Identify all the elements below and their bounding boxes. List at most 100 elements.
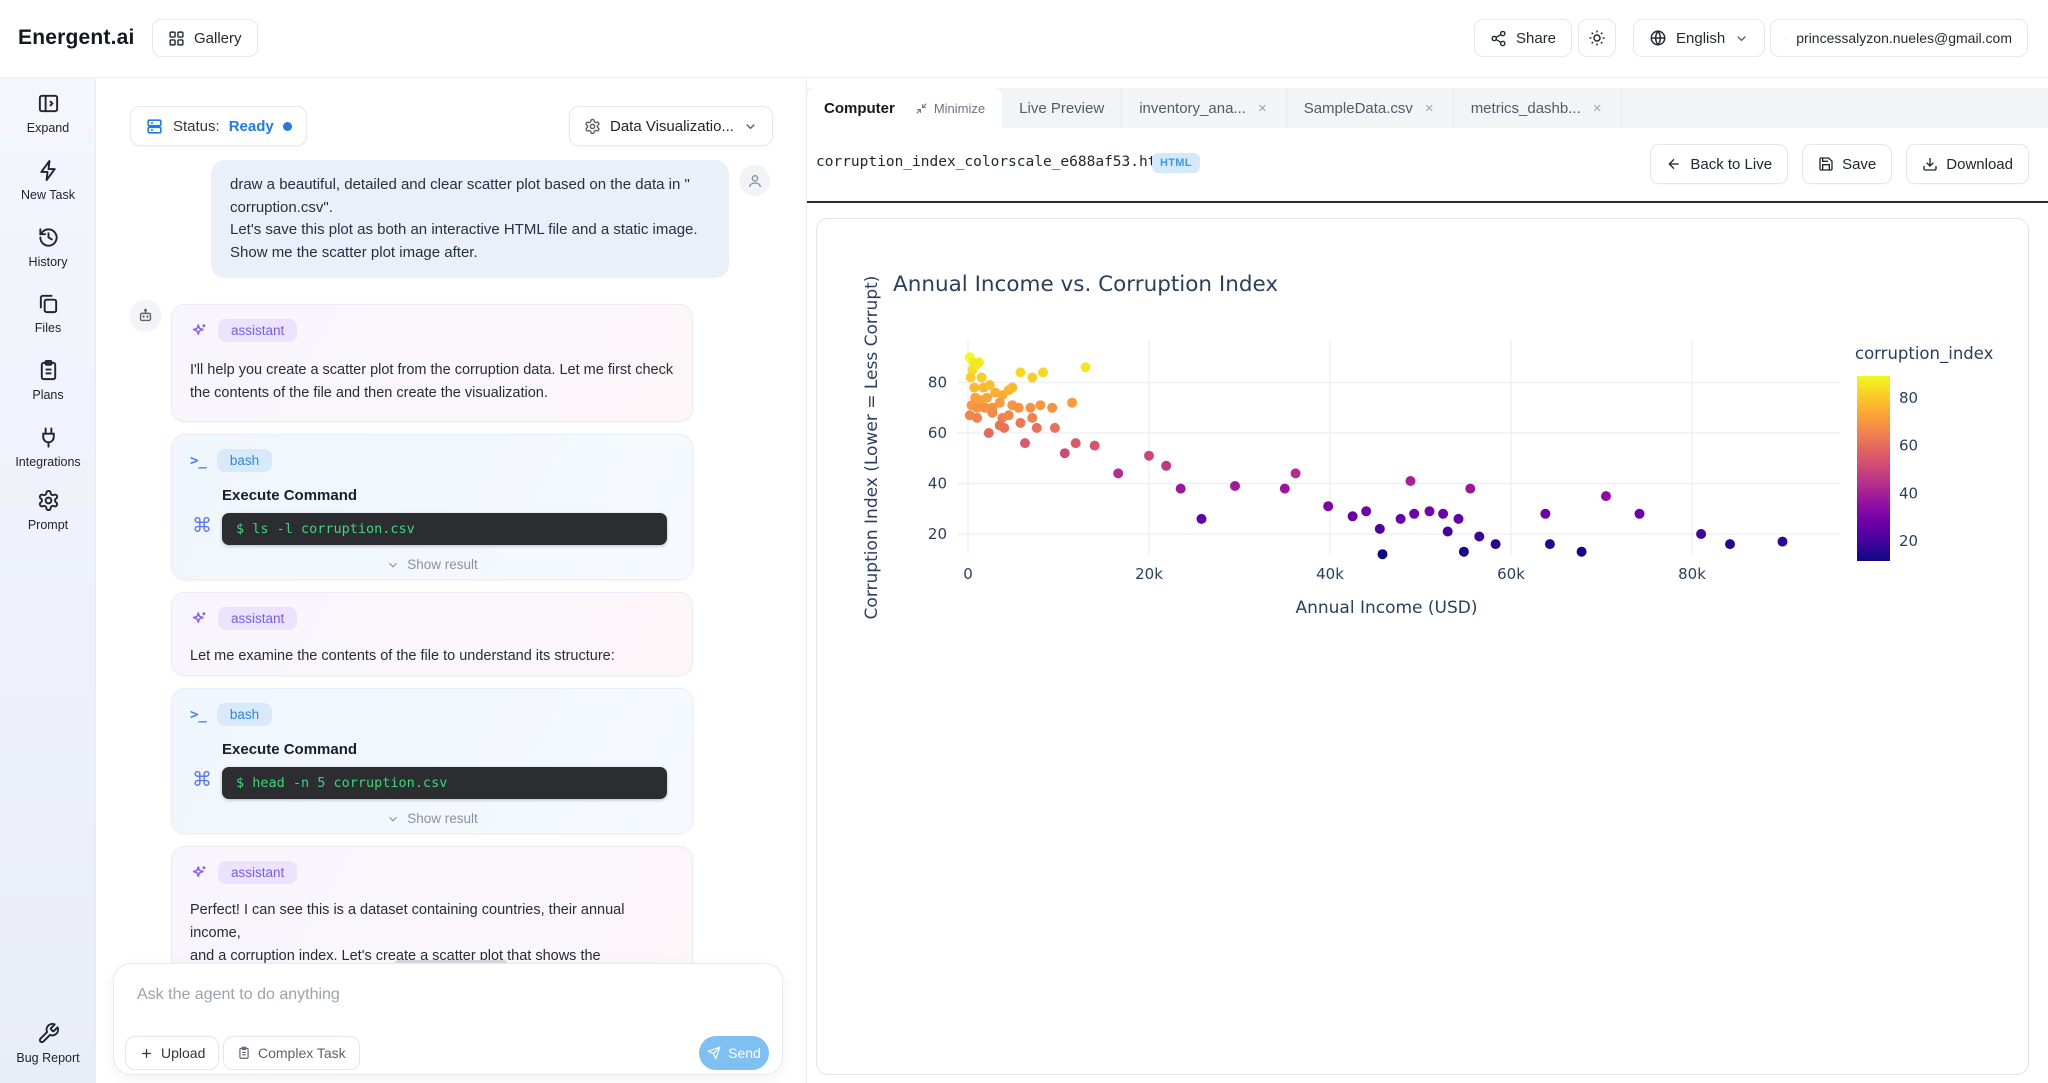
sidebar-item-plans[interactable]: Plans [0,359,96,402]
workspace-tabbar: Computer Minimize Live Preview inventory… [807,88,2048,128]
scatter-point [1050,423,1060,433]
send-button[interactable]: Send [699,1036,769,1070]
scatter-point [1016,367,1026,377]
scatter-point [1696,529,1706,539]
scatter-point [969,383,979,393]
computer-status-icon [145,117,164,136]
agent-mode-dropdown[interactable]: Data Visualizatio... [569,106,773,146]
sidebar-item-prompt[interactable]: Prompt [0,489,96,532]
top-header: Energent.ai Gallery Share English prince… [0,0,2048,78]
scatter-point [1375,524,1385,534]
sidebar-label: Bug Report [16,1051,79,1065]
back-to-live-button[interactable]: Back to Live [1650,144,1788,184]
show-result-label: Show result [407,811,478,826]
upload-label: Upload [161,1045,205,1061]
sidebar-label: Integrations [15,455,80,469]
plus-icon [139,1046,154,1061]
chat-input[interactable] [137,986,737,1004]
show-result-label: Show result [407,557,478,572]
share-icon [1490,30,1507,47]
robot-icon [137,307,154,324]
execute-command-label: Execute Command [222,741,357,758]
file-name: corruption_index_colorscale_e688af53.htm… [816,154,1174,170]
chat-input-area: Upload Complex Task Send [113,963,783,1075]
scatter-plot: 020k40k60k80k20406080Annual Income vs. C… [817,219,2029,1075]
sidebar-item-new-task[interactable]: New Task [0,159,96,202]
close-icon[interactable]: × [1423,100,1436,117]
scatter-point [1038,367,1048,377]
scatter-point [1725,539,1735,549]
gear-icon [37,489,60,512]
sidebar-label: History [29,255,68,269]
x-tick-label: 20k [1135,565,1163,583]
panel-divider [807,201,2048,203]
sidebar-item-bug-report[interactable]: Bug Report [0,1022,96,1065]
plug-icon [37,426,60,449]
scatter-point [1438,509,1448,519]
agent-status: Status: Ready [130,106,307,146]
close-icon[interactable]: × [1591,100,1604,117]
show-result-toggle[interactable]: Show result [172,557,692,572]
history-icon [37,226,60,249]
bash-badge-row: >_ bash [190,449,272,472]
tab-label: Live Preview [1019,100,1104,117]
sidebar-item-files[interactable]: Files [0,292,96,335]
gallery-button[interactable]: Gallery [152,19,258,57]
tab-sampledata-csv[interactable]: SampleData.csv × [1287,88,1454,128]
tab-computer[interactable]: Computer Minimize [807,88,1002,128]
bash-badge: bash [217,449,272,472]
assistant-message-text: I'll help you create a scatter plot from… [190,359,676,405]
scatter-point [1197,514,1207,524]
assistant-message-card: assistant I'll help you create a scatter… [171,304,693,422]
gallery-label: Gallery [194,30,242,47]
terminal-icon: >_ [190,453,207,469]
sparkles-icon [190,864,208,882]
sidebar-item-expand[interactable]: Expand [0,92,96,135]
command-icon: ⌘ [192,513,212,538]
theme-toggle-button[interactable] [1578,19,1616,57]
sidebar-item-integrations[interactable]: Integrations [0,426,96,469]
assistant-message-text: Let me examine the contents of the file … [190,645,676,668]
scatter-point [1540,509,1550,519]
assistant-badge: assistant [218,319,297,342]
tab-metrics-dashboard[interactable]: metrics_dashb... × [1454,88,1622,128]
user-avatar [739,165,770,196]
show-result-toggle[interactable]: Show result [172,811,692,826]
language-selector[interactable]: English [1633,19,1765,57]
save-button[interactable]: Save [1802,144,1892,184]
tab-inventory-analysis[interactable]: inventory_ana... × [1122,88,1287,128]
complex-task-button[interactable]: Complex Task [223,1036,360,1070]
sidebar-item-history[interactable]: History [0,226,96,269]
y-tick-label: 20 [928,525,947,543]
assistant-badge: assistant [218,861,297,884]
tab-label: Computer [824,100,895,117]
wrench-icon [37,1022,60,1045]
scatter-point [1280,484,1290,494]
sparkles-icon [190,610,208,628]
sidebar-label: Plans [32,388,63,402]
zap-icon [37,159,60,182]
colorbar [1857,376,1890,561]
colorbar-title: corruption_index [1855,344,1994,364]
scatter-point [1047,403,1057,413]
account-button[interactable]: princessalyzon.nueles@gmail.com [1770,19,2028,57]
scatter-point [1144,451,1154,461]
complex-task-label: Complex Task [258,1045,346,1061]
panel-expand-icon [37,92,60,115]
scatter-point [987,408,997,418]
assistant-badge-row: assistant [190,607,297,630]
file-type-badge: HTML [1152,153,1200,173]
scatter-point [1635,509,1645,519]
download-button[interactable]: Download [1906,144,2029,184]
scatter-point [1361,506,1371,516]
chat-panel: Status: Ready Data Visualizatio... draw … [96,78,806,1083]
colorbar-tick-label: 80 [1899,389,1918,407]
close-icon[interactable]: × [1256,100,1269,117]
share-button[interactable]: Share [1474,19,1572,57]
scatter-point [1014,403,1024,413]
tab-live-preview[interactable]: Live Preview [1002,88,1122,128]
upload-button[interactable]: Upload [125,1036,219,1070]
scatter-point [1454,514,1464,524]
workspace-panel: Computer Minimize Live Preview inventory… [806,78,2048,1083]
minimize-button[interactable]: Minimize [915,101,985,116]
